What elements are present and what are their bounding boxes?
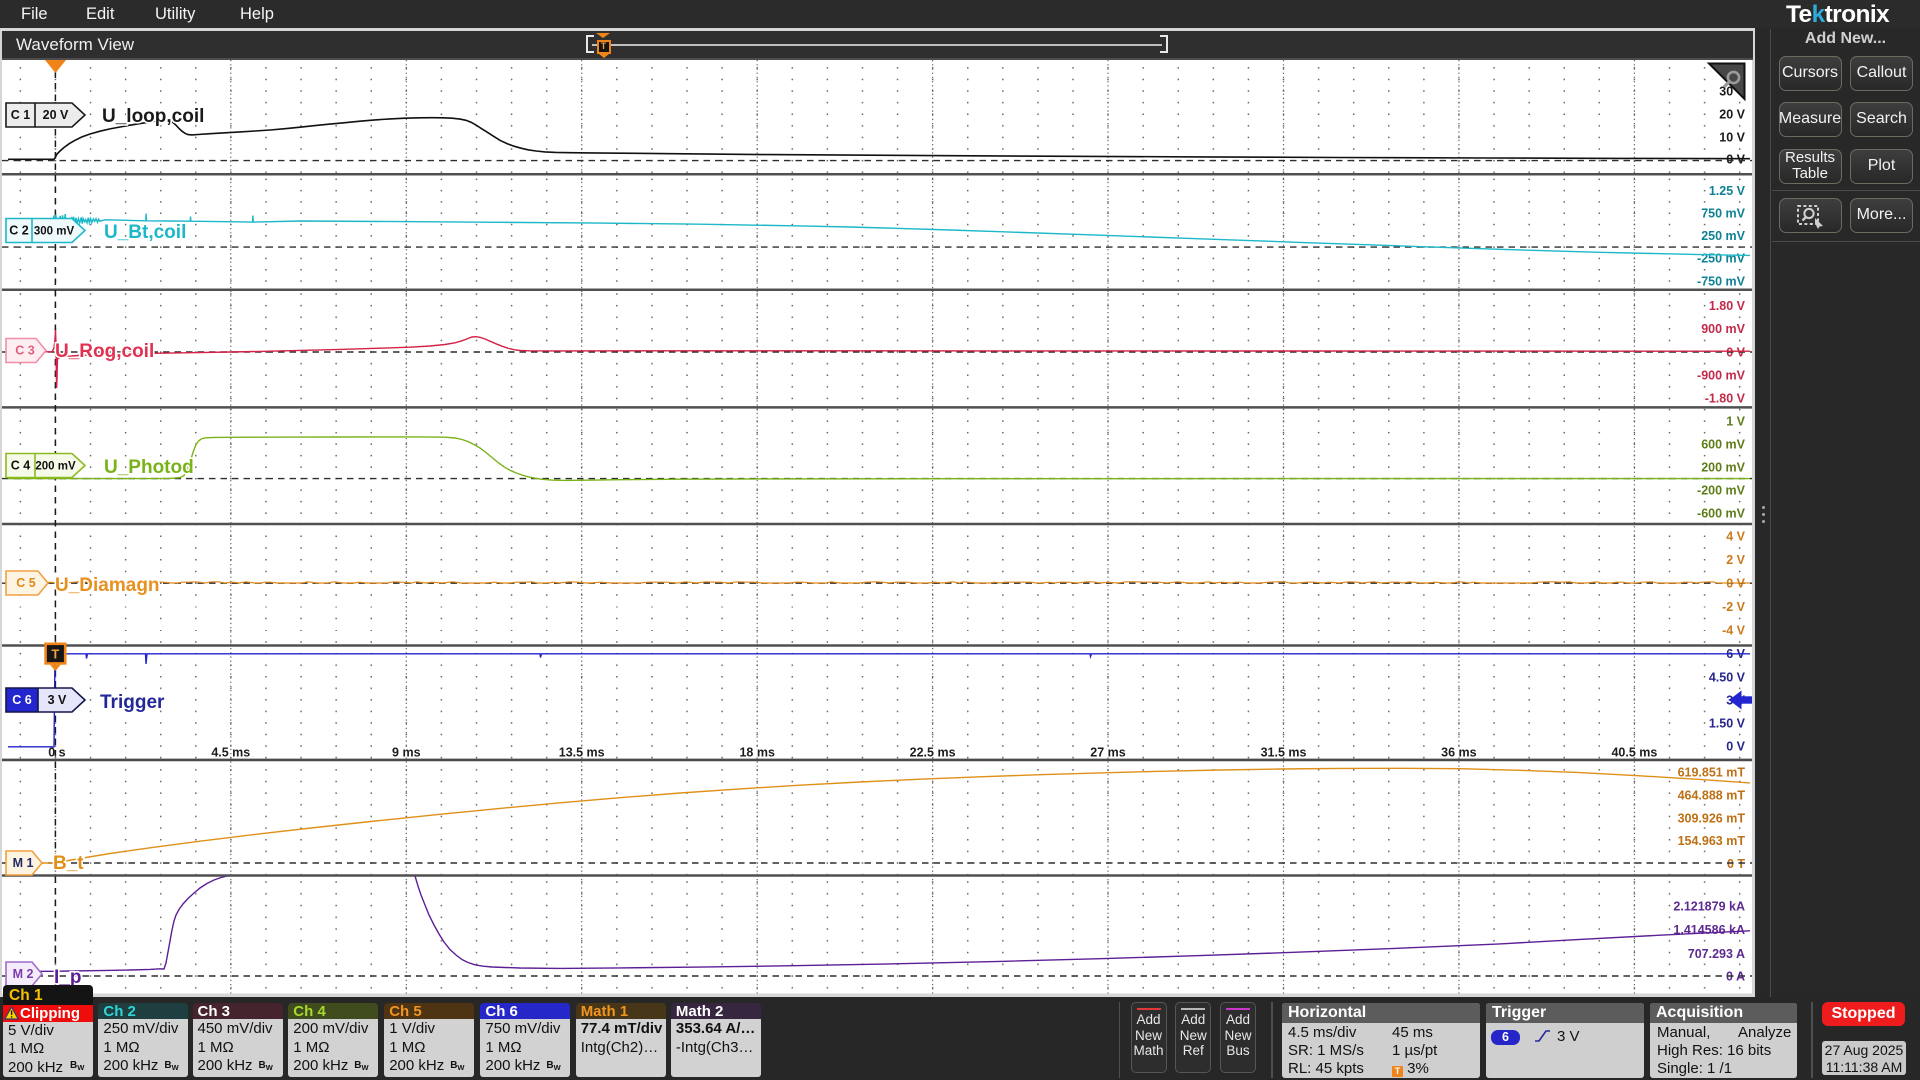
svg-text:C 2: C 2 [9, 224, 29, 238]
svg-text:22.5 ms: 22.5 ms [910, 746, 956, 760]
svg-text:4 V: 4 V [1726, 530, 1745, 544]
svg-text:-900 mV: -900 mV [1697, 369, 1746, 383]
svg-text:-2 V: -2 V [1722, 600, 1746, 614]
svg-text:-4 V: -4 V [1722, 624, 1746, 638]
svg-text:Trigger: Trigger [100, 692, 165, 713]
svg-text:300 mV: 300 mV [34, 226, 75, 238]
svg-text:C 1: C 1 [11, 108, 31, 122]
svg-text:0 T: 0 T [1727, 857, 1745, 871]
svg-text:4.50 V: 4.50 V [1709, 671, 1746, 685]
svg-text:-250 mV: -250 mV [1697, 252, 1746, 266]
svg-text:200 mV: 200 mV [1701, 460, 1745, 474]
svg-text:C 6: C 6 [12, 693, 32, 707]
svg-text:B_t: B_t [53, 853, 84, 874]
svg-text:464.888 mT: 464.888 mT [1678, 789, 1746, 803]
svg-text:154.963 mT: 154.963 mT [1678, 834, 1746, 848]
svg-text:750 mV: 750 mV [1701, 207, 1745, 221]
svg-text:18 ms: 18 ms [739, 746, 774, 760]
svg-text:707.293 A: 707.293 A [1688, 947, 1745, 961]
svg-text:20 V: 20 V [1719, 108, 1745, 122]
svg-text:10 V: 10 V [1719, 131, 1745, 145]
svg-text:U_loop,coil: U_loop,coil [102, 106, 204, 127]
svg-text:U_Photod: U_Photod [104, 457, 194, 478]
svg-text:1 V: 1 V [1726, 414, 1745, 428]
svg-text:36 ms: 36 ms [1441, 746, 1476, 760]
svg-text:-750 mV: -750 mV [1697, 274, 1746, 288]
svg-text:1.414586 kA: 1.414586 kA [1673, 923, 1745, 937]
svg-text:M 1: M 1 [13, 856, 34, 870]
svg-text:2.121879 kA: 2.121879 kA [1673, 900, 1745, 914]
svg-text:20 V: 20 V [43, 108, 69, 122]
svg-text:309.926 mT: 309.926 mT [1678, 811, 1746, 825]
svg-text:M 2: M 2 [13, 967, 34, 981]
svg-text:0 s: 0 s [48, 746, 65, 760]
svg-text:600 mV: 600 mV [1701, 437, 1745, 451]
svg-text:-200 mV: -200 mV [1697, 483, 1746, 497]
svg-text:4.5 ms: 4.5 ms [211, 746, 250, 760]
svg-text:0 V: 0 V [1726, 739, 1745, 753]
svg-text:619.851 mT: 619.851 mT [1678, 766, 1746, 780]
svg-text:1.80 V: 1.80 V [1709, 299, 1746, 313]
svg-text:T: T [51, 647, 59, 662]
svg-text:-600 mV: -600 mV [1697, 506, 1746, 520]
svg-text:U_Diamagn: U_Diamagn [55, 575, 160, 596]
svg-text:1.25 V: 1.25 V [1709, 184, 1746, 198]
svg-text:2 V: 2 V [1726, 553, 1745, 567]
svg-text:3 V: 3 V [48, 693, 67, 707]
svg-text:U_Rog,coil: U_Rog,coil [55, 341, 154, 362]
svg-text:0 V: 0 V [1726, 153, 1745, 167]
svg-text:C 3: C 3 [15, 344, 35, 358]
svg-text:U_Bt,coil: U_Bt,coil [104, 222, 186, 243]
svg-text:900 mV: 900 mV [1701, 322, 1745, 336]
svg-text:1.50 V: 1.50 V [1709, 717, 1746, 731]
svg-text:C 4: C 4 [11, 459, 31, 473]
svg-text:250 mV: 250 mV [1701, 229, 1745, 243]
svg-text:40.5 ms: 40.5 ms [1611, 746, 1657, 760]
svg-text:200 mV: 200 mV [35, 461, 76, 473]
svg-text:27 ms: 27 ms [1090, 746, 1125, 760]
svg-text:-1.80 V: -1.80 V [1705, 392, 1746, 406]
svg-text:C 5: C 5 [16, 576, 36, 590]
svg-text:9 ms: 9 ms [392, 746, 421, 760]
svg-text:13.5 ms: 13.5 ms [559, 746, 605, 760]
svg-text:31.5 ms: 31.5 ms [1261, 746, 1307, 760]
